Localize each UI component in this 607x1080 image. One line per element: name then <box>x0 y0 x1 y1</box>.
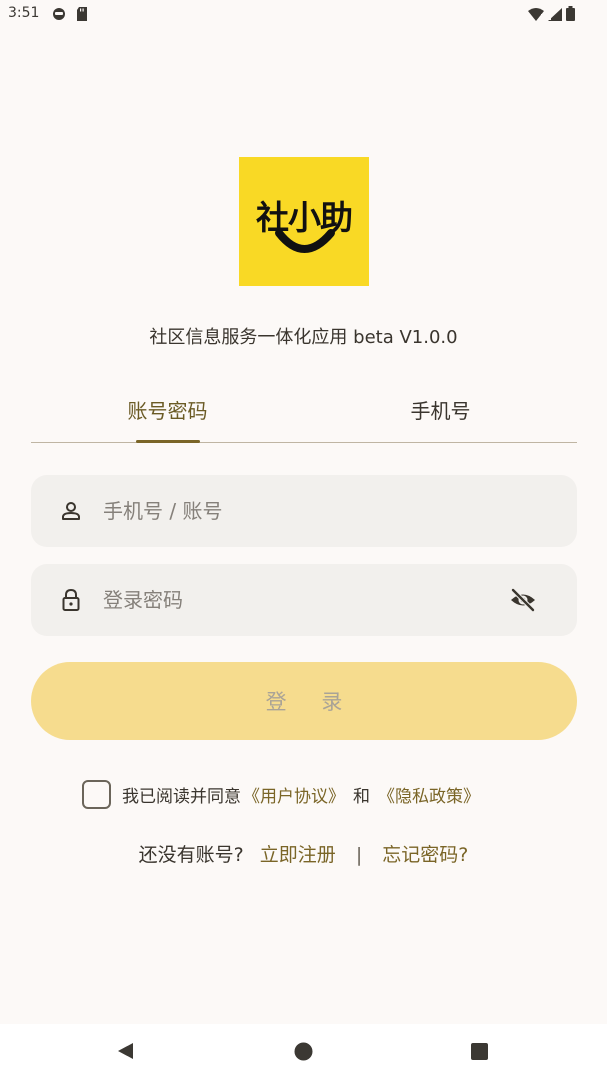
password-field[interactable] <box>31 564 577 636</box>
tab-account-password[interactable]: 账号密码 <box>31 393 304 442</box>
login-button[interactable]: 登 录 <box>31 662 577 740</box>
back-icon[interactable] <box>117 1042 135 1064</box>
login-screen: 3:51 社小助 社区信息服务一体化应用 beta V1.0.0 账号密码 手机… <box>0 0 607 1080</box>
sd-card-icon <box>76 6 88 25</box>
lock-icon <box>59 588 83 612</box>
status-icons-left <box>52 6 88 25</box>
status-time: 3:51 <box>8 5 40 21</box>
tab-active-indicator <box>136 440 200 443</box>
account-input[interactable] <box>103 475 503 547</box>
logo-smile-icon <box>275 229 335 253</box>
register-link[interactable]: 立即注册 <box>260 840 336 867</box>
password-input[interactable] <box>103 564 503 636</box>
emoji-icon <box>52 6 66 25</box>
app-logo: 社小助 <box>239 157 369 286</box>
tab-phone[interactable]: 手机号 <box>304 393 577 442</box>
user-agreement-link[interactable]: 《用户协议》 <box>243 782 345 807</box>
agreement-checkbox[interactable] <box>82 779 111 809</box>
links-divider: | <box>355 844 363 866</box>
status-bar: 3:51 <box>0 0 607 28</box>
account-field[interactable] <box>31 475 577 547</box>
agreement-and: 和 <box>353 786 370 807</box>
no-account-text: 还没有账号? <box>138 844 244 866</box>
agreement-text: 我已阅读并同意 <box>122 786 241 807</box>
agreement-row: 我已阅读并同意 《用户协议》 和 《隐私政策》 <box>82 779 480 809</box>
home-icon[interactable] <box>294 1042 313 1065</box>
eye-off-icon[interactable] <box>509 587 537 613</box>
wifi-icon <box>528 6 544 25</box>
bottom-links: 还没有账号? 立即注册 | 忘记密码? <box>0 840 607 872</box>
recent-apps-icon[interactable] <box>471 1043 488 1064</box>
status-icons-right <box>528 6 575 25</box>
login-tabs: 账号密码 手机号 <box>31 393 577 443</box>
navigation-bar <box>0 1024 607 1080</box>
privacy-policy-link[interactable]: 《隐私政策》 <box>378 782 480 807</box>
person-icon <box>59 499 83 523</box>
forgot-password-link[interactable]: 忘记密码? <box>382 840 468 867</box>
app-subtitle: 社区信息服务一体化应用 beta V1.0.0 <box>149 327 458 348</box>
signal-icon <box>548 6 562 25</box>
battery-icon <box>566 6 575 25</box>
